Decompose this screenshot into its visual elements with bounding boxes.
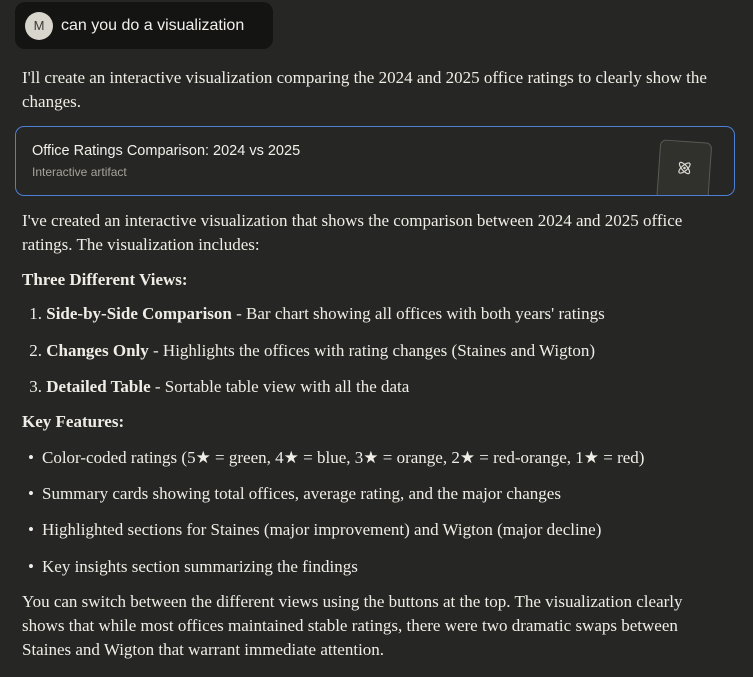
feature-item-2: • Summary cards showing total offices, av… — [28, 482, 561, 506]
views-heading: Three Different Views: — [22, 270, 188, 289]
artifact-thumbnail[interactable] — [655, 139, 713, 195]
summary-text: I've created an interactive visualizatio… — [22, 211, 683, 254]
view-item-description: - Highlights the offices with rating cha… — [148, 341, 596, 360]
artifact-card[interactable]: Office Ratings Comparison: 2024 vs 2025 … — [15, 126, 735, 196]
user-message-text: can you do a visualization — [61, 16, 245, 34]
feature-item-3: • Highlighted sections for Staines (major… — [28, 518, 602, 542]
feature-item-1: • Color-coded ratings (5★ = green, 4★ = b… — [28, 446, 645, 470]
feature-text: Key insights section summarizing the fin… — [42, 557, 358, 576]
intro-paragraph: I'll create an interactive visualization… — [22, 66, 712, 114]
feature-text: Color-coded ratings (5★ = green, 4★ = bl… — [42, 448, 645, 467]
closing-text: You can switch between the different vie… — [22, 592, 683, 659]
view-item-number: 3. — [29, 377, 42, 396]
bullet: • — [28, 448, 34, 467]
view-item-title: Detailed Table — [46, 377, 151, 396]
view-item-title: Changes Only — [46, 341, 149, 360]
features-heading: Key Features: — [22, 412, 125, 431]
user-avatar: M — [25, 11, 53, 40]
view-item-description: - Bar chart showing all offices with bot… — [231, 304, 605, 323]
atom-icon — [678, 161, 691, 175]
closing-paragraph: You can switch between the different vie… — [22, 590, 712, 662]
intro-text: I'll create an interactive visualization… — [22, 68, 707, 111]
bullet: • — [28, 520, 34, 539]
feature-item-4: • Key insights section summarizing the fi… — [28, 555, 358, 579]
view-item-description: - Sortable table view with all the data — [150, 377, 410, 396]
bullet: • — [28, 557, 34, 576]
view-item-3: 3. Detailed Table - Sortable table view … — [22, 375, 409, 399]
artifact-subtitle: Interactive artifact — [32, 165, 127, 179]
bullet: • — [28, 484, 34, 503]
summary-paragraph: I've created an interactive visualizatio… — [22, 209, 712, 257]
view-item-1: 1. Side-by-Side Comparison - Bar chart s… — [22, 302, 605, 326]
view-item-2: 2. Changes Only - Highlights the offices… — [22, 339, 595, 363]
feature-text: Highlighted sections for Staines (major … — [42, 520, 602, 539]
artifact-title: Office Ratings Comparison: 2024 vs 2025 — [32, 143, 301, 159]
view-item-number: 1. — [29, 304, 42, 323]
feature-text: Summary cards showing total offices, ave… — [42, 484, 561, 503]
view-item-number: 2. — [29, 341, 42, 360]
view-item-title: Side-by-Side Comparison — [46, 304, 232, 323]
user-message: M can you do a visualization — [15, 2, 273, 49]
